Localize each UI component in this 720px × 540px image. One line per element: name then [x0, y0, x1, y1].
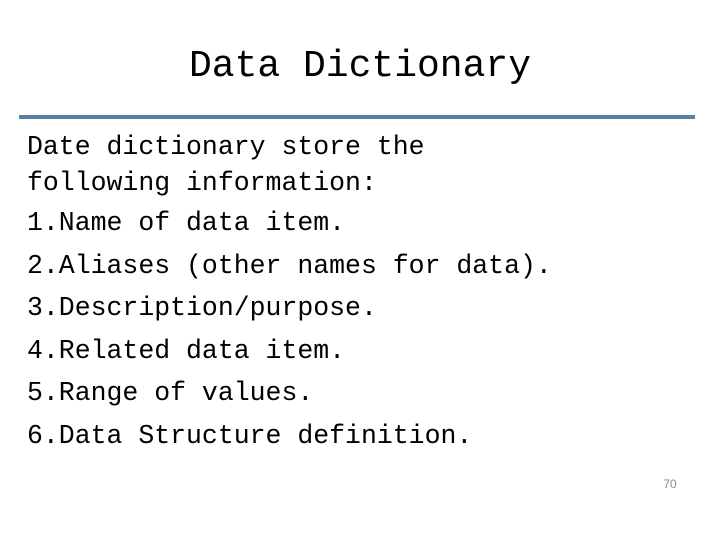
list-item: 3.Description/purpose.: [27, 293, 377, 323]
list-item: 1.Name of data item.: [27, 208, 346, 238]
list-item: 2.Aliases (other names for data).: [27, 250, 552, 281]
list-item: 4.Related data item.: [27, 335, 346, 366]
intro-line: Date dictionary store the: [27, 132, 425, 162]
intro-line: following information:: [27, 168, 377, 198]
title-divider: [19, 115, 695, 119]
list-item: 6.Data Structure definition.: [27, 420, 473, 451]
page-number: 70: [663, 477, 677, 491]
list-item: 5.Range of values.: [27, 378, 314, 408]
slide-body: Date dictionary store the following info…: [27, 128, 707, 459]
slide-title: Data Dictionary: [188, 45, 532, 88]
